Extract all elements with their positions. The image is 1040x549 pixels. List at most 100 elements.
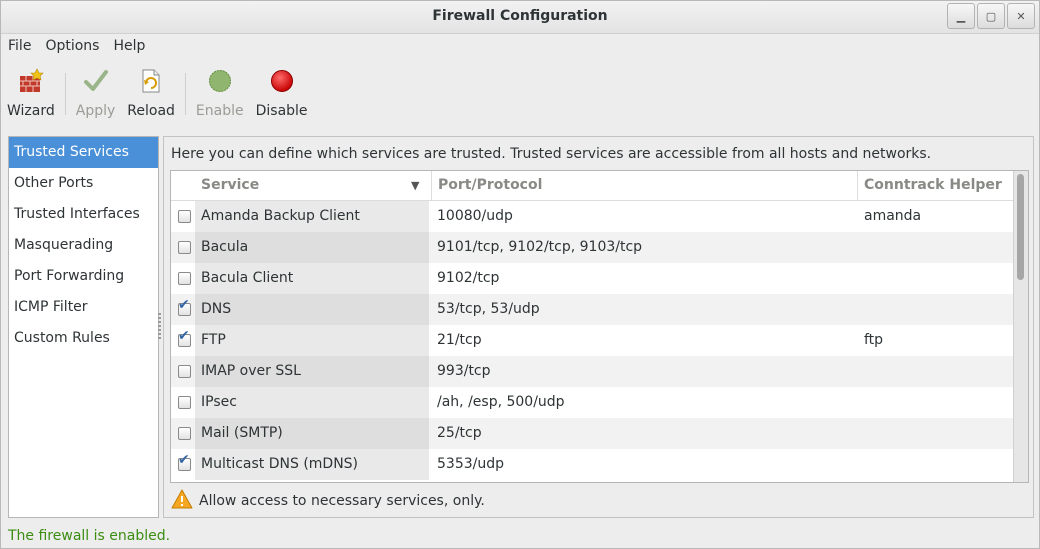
service-checkbox[interactable] — [178, 396, 191, 409]
sidebar-item-custom-rules[interactable]: Custom Rules — [9, 323, 158, 354]
service-name: Bacula — [201, 239, 249, 255]
column-header-port[interactable]: Port/Protocol — [431, 171, 857, 200]
port-protocol: 10080/udp — [437, 208, 513, 224]
conntrack-helper: amanda — [864, 208, 922, 224]
disable-label: Disable — [255, 103, 308, 119]
service-name: DNS — [201, 301, 232, 317]
service-name: Bacula Client — [201, 270, 294, 286]
service-checkbox[interactable]: ✔ — [178, 329, 191, 347]
firewall-window: Firewall Configuration ▁ ▢ ✕ File Option… — [0, 0, 1040, 549]
service-checkbox[interactable]: ✔ — [178, 298, 191, 316]
minimize-icon: ▁ — [956, 9, 966, 23]
toolbar-separator — [184, 73, 186, 115]
service-name: Multicast DNS (mDNS) — [201, 456, 359, 472]
table-row[interactable]: IMAP over SSL 993/tcp — [171, 356, 1014, 387]
column-header-service[interactable]: Service — [195, 171, 429, 200]
column-header-helper[interactable]: Conntrack Helper — [857, 171, 1014, 200]
trusted-services-panel: Here you can define which services are t… — [163, 136, 1034, 518]
reload-icon — [137, 67, 165, 95]
menu-options[interactable]: Options — [38, 35, 106, 59]
close-button[interactable]: ✕ — [1007, 3, 1035, 29]
table-row[interactable]: Bacula 9101/tcp, 9102/tcp, 9103/tcp — [171, 232, 1014, 263]
port-protocol: 21/tcp — [437, 332, 482, 348]
enable-label: Enable — [195, 103, 244, 119]
service-name: Mail (SMTP) — [201, 425, 283, 441]
service-name: IPsec — [201, 394, 237, 410]
minimize-button[interactable]: ▁ — [947, 3, 975, 29]
port-protocol: /ah, /esp, 500/udp — [437, 394, 565, 410]
wizard-icon — [17, 67, 45, 95]
maximize-icon: ▢ — [985, 9, 997, 23]
services-table: Service ▼ Port/Protocol Conntrack Helper… — [170, 170, 1029, 483]
service-name: Amanda Backup Client — [201, 208, 360, 224]
column-header-label: Port/Protocol — [438, 177, 543, 193]
status-text: The firewall is enabled. — [8, 528, 171, 544]
apply-label: Apply — [75, 103, 116, 119]
close-icon: ✕ — [1016, 9, 1026, 23]
checkmark-icon — [82, 67, 110, 95]
reload-label: Reload — [127, 103, 175, 119]
column-header-label: Service — [201, 177, 260, 193]
reload-button[interactable]: Reload — [121, 63, 181, 119]
port-protocol: 9102/tcp — [437, 270, 500, 286]
column-header-label: Conntrack Helper — [864, 177, 1002, 193]
sidebar-item-icmp-filter[interactable]: ICMP Filter — [9, 292, 158, 323]
warning-icon — [171, 489, 193, 513]
service-name: IMAP over SSL — [201, 363, 301, 379]
service-name: FTP — [201, 332, 226, 348]
sidebar-item-masquerading[interactable]: Masquerading — [9, 230, 158, 261]
table-row[interactable]: Mail (SMTP) 25/tcp — [171, 418, 1014, 449]
sidebar-item-trusted-interfaces[interactable]: Trusted Interfaces — [9, 199, 158, 230]
conntrack-helper: ftp — [864, 332, 884, 348]
sidebar-item-other-ports[interactable]: Other Ports — [9, 168, 158, 199]
table-row[interactable]: IPsec/ah, /esp, 500/udp — [171, 387, 1014, 418]
table-body: Amanda Backup Client 10080/udp amanda Bacul… — [171, 201, 1014, 480]
sidebar-item-trusted-services[interactable]: Trusted Services — [9, 137, 158, 168]
service-checkbox[interactable] — [178, 210, 191, 223]
menu-help[interactable]: Help — [106, 35, 152, 59]
table-row[interactable]: ✔ FTP 21/tcp ftp — [171, 325, 1014, 356]
port-protocol: 25/tcp — [437, 425, 482, 441]
menu-bar: File Options Help — [1, 35, 152, 59]
service-checkbox[interactable] — [178, 365, 191, 378]
disable-button[interactable]: Disable — [250, 63, 314, 119]
red-circle-icon — [268, 67, 296, 95]
service-checkbox[interactable] — [178, 241, 191, 254]
table-header: Service ▼ Port/Protocol Conntrack Helper — [171, 171, 1014, 201]
title-bar[interactable]: Firewall Configuration ▁ ▢ ✕ — [1, 1, 1039, 34]
toolbar-separator — [64, 73, 66, 115]
sidebar-item-port-forwarding[interactable]: Port Forwarding — [9, 261, 158, 292]
wizard-label: Wizard — [7, 103, 55, 119]
maximize-button[interactable]: ▢ — [977, 3, 1005, 29]
table-row[interactable]: ✔ Multicast DNS (mDNS) 5353/udp — [171, 449, 1014, 480]
vertical-scrollbar[interactable] — [1013, 171, 1028, 482]
check-icon: ✔ — [178, 452, 190, 468]
wizard-button[interactable]: Wizard — [1, 63, 61, 119]
notice: Allow access to necessary services, only… — [171, 489, 485, 513]
apply-button[interactable]: Apply — [70, 63, 122, 119]
table-row[interactable]: Bacula Client 9102/tcp — [171, 263, 1014, 294]
service-checkbox[interactable] — [178, 427, 191, 440]
check-icon: ✔ — [178, 328, 190, 344]
port-protocol: 993/tcp — [437, 363, 491, 379]
service-checkbox[interactable]: ✔ — [178, 453, 191, 471]
panel-description: Here you can define which services are t… — [171, 146, 932, 162]
service-checkbox[interactable] — [178, 272, 191, 285]
table-row[interactable]: ✔ DNS 53/tcp, 53/udp — [171, 294, 1014, 325]
port-protocol: 53/tcp, 53/udp — [437, 301, 540, 317]
table-row[interactable]: Amanda Backup Client 10080/udp amanda — [171, 201, 1014, 232]
window-title: Firewall Configuration — [432, 8, 608, 24]
menu-file[interactable]: File — [1, 35, 38, 59]
green-circle-icon — [206, 67, 234, 95]
sort-down-icon: ▼ — [411, 179, 420, 192]
port-protocol: 5353/udp — [437, 456, 504, 472]
port-protocol: 9101/tcp, 9102/tcp, 9103/tcp — [437, 239, 643, 255]
scrollbar-thumb[interactable] — [1017, 174, 1024, 280]
service-cell-bg — [195, 325, 429, 356]
pane-resize-handle[interactable] — [158, 313, 161, 341]
enable-button[interactable]: Enable — [190, 63, 250, 119]
toolbar: Wizard Apply Reload Enable Disable — [1, 63, 1039, 125]
sidebar: Trusted Services Other Ports Trusted Int… — [8, 136, 159, 518]
check-icon: ✔ — [178, 297, 190, 313]
notice-text: Allow access to necessary services, only… — [199, 493, 485, 509]
